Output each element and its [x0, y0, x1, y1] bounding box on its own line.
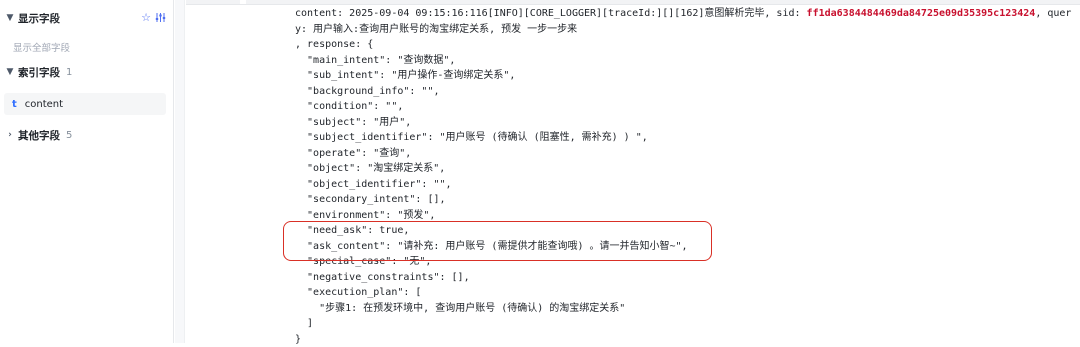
highlight-annotation-box — [283, 221, 712, 261]
log-line: "object_identifier": "", — [295, 177, 1075, 193]
session-id: ff1da6384484469da84725e09d35395c123424 — [807, 8, 1036, 19]
index-fields-header[interactable]: ▼ 索引字段 1 — [0, 61, 174, 83]
filter-settings-icon[interactable] — [155, 11, 166, 24]
field-name: content — [25, 99, 63, 110]
log-line: "condition": "", — [295, 99, 1075, 115]
log-line: "background_info": "", — [295, 84, 1075, 100]
field-sidebar: ▼ 显示字段 ☆ 显示全部字段 ▼ 索引字段 1 t content — [0, 0, 174, 343]
chevron-down-icon: ▼ — [2, 67, 18, 77]
index-fields-label: 索引字段 — [18, 65, 60, 80]
log-line: "execution_plan": [ — [295, 285, 1075, 301]
sidebar-tools: ☆ — [141, 11, 166, 24]
chevron-right-icon: › — [2, 130, 18, 140]
log-line: } — [295, 332, 1075, 347]
show-all-fields-hint: 显示全部字段 — [13, 40, 70, 54]
panel-gutter — [175, 0, 185, 343]
log-line: "operate": "查询", — [295, 146, 1075, 162]
log-line: "subject": "用户", — [295, 115, 1075, 131]
log-line: "object": "淘宝绑定关系", — [295, 161, 1075, 177]
log-line: , response: { — [295, 37, 1075, 53]
display-fields-header[interactable]: ▼ 显示字段 ☆ — [0, 7, 174, 29]
log-prefix: content: 2025-09-04 09:15:16:116[INFO][C… — [295, 8, 807, 19]
display-fields-label: 显示字段 — [18, 11, 60, 26]
index-fields-count: 1 — [66, 67, 72, 78]
top-bar — [186, 0, 1080, 5]
field-item-content[interactable]: t content — [4, 93, 166, 115]
log-line: content: 2025-09-04 09:15:16:116[INFO][C… — [295, 6, 1075, 22]
log-line: "main_intent": "查询数据", — [295, 53, 1075, 69]
log-suffix: , quer — [1035, 8, 1071, 19]
log-content: content: 2025-09-04 09:15:16:116[INFO][C… — [295, 6, 1075, 347]
star-icon[interactable]: ☆ — [141, 11, 151, 24]
log-line: "secondary_intent": [], — [295, 192, 1075, 208]
log-line: ] — [295, 316, 1075, 332]
log-line: "sub_intent": "用户操作-查询绑定关系", — [295, 68, 1075, 84]
log-line: y: 用户输入:查询用户账号的淘宝绑定关系, 预发 一步一步来 — [295, 22, 1075, 38]
other-fields-label: 其他字段 — [18, 128, 60, 143]
log-line: "negative_constraints": [], — [295, 270, 1075, 286]
other-fields-count: 5 — [66, 130, 72, 141]
text-type-icon: t — [12, 99, 17, 110]
log-line: "步骤1: 在预发环境中, 查询用户账号 (待确认) 的淘宝绑定关系" — [295, 301, 1075, 317]
chevron-down-icon: ▼ — [2, 13, 18, 23]
log-line: "subject_identifier": "用户账号 (待确认 (阻塞性, 需… — [295, 130, 1075, 146]
other-fields-header[interactable]: › 其他字段 5 — [0, 124, 174, 146]
